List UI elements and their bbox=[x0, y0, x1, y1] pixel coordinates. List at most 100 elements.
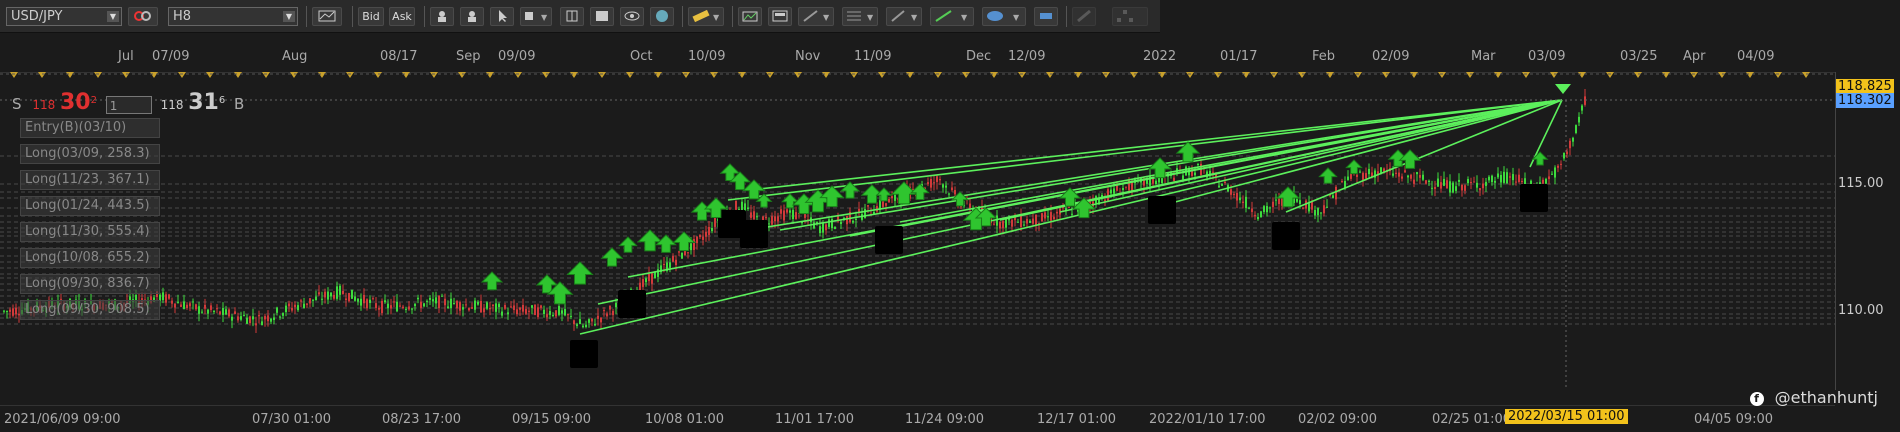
settings-button[interactable] bbox=[1034, 7, 1058, 26]
buy-big[interactable]: 118 bbox=[161, 98, 184, 112]
candle-body bbox=[195, 304, 197, 310]
candle-body bbox=[174, 303, 176, 308]
price-axis[interactable] bbox=[1835, 72, 1900, 390]
period-marker bbox=[1102, 72, 1110, 78]
order-box bbox=[1272, 222, 1300, 250]
period-marker bbox=[430, 72, 438, 78]
chart-area[interactable] bbox=[0, 72, 1835, 390]
candle-body bbox=[1125, 186, 1127, 188]
buy-sup: 6 bbox=[218, 95, 226, 106]
note-button[interactable] bbox=[590, 7, 614, 26]
period-marker bbox=[1746, 72, 1754, 78]
candle-body bbox=[1425, 180, 1427, 184]
candle-body bbox=[615, 302, 617, 308]
order-item[interactable]: Entry(B)(03/10) bbox=[20, 118, 160, 138]
bottom-axis-label: 2022/01/10 17:00 bbox=[1149, 412, 1266, 427]
line-tool-button[interactable]: ▼ bbox=[930, 7, 974, 26]
lot-input[interactable]: 1 bbox=[105, 95, 152, 114]
globe-icon bbox=[656, 10, 668, 22]
top-axis-label: Oct bbox=[630, 49, 653, 64]
ruler-button[interactable]: ▼ bbox=[688, 7, 724, 26]
period-marker bbox=[626, 72, 634, 78]
ellipse-icon: ▼ bbox=[987, 11, 1020, 22]
eraser-button[interactable] bbox=[1072, 7, 1096, 26]
select-tool-button[interactable]: ▼ bbox=[520, 7, 552, 26]
candle-body bbox=[417, 297, 419, 300]
sell-pips[interactable]: 30 bbox=[60, 90, 91, 115]
candle-body bbox=[183, 301, 185, 310]
pen-button[interactable]: ▼ bbox=[886, 7, 922, 26]
order-item[interactable]: Long(01/24, 443.5) bbox=[20, 196, 160, 216]
candle-body bbox=[1518, 174, 1520, 182]
candle-body bbox=[1047, 216, 1049, 218]
buy-pips[interactable]: 31 bbox=[188, 90, 219, 115]
globe-button[interactable] bbox=[650, 7, 674, 26]
ask-button[interactable]: Ask bbox=[389, 7, 415, 26]
order-box bbox=[1520, 184, 1548, 212]
chevron-down-icon[interactable]: ▼ bbox=[283, 11, 295, 22]
candle-body bbox=[774, 216, 776, 222]
zoom-button[interactable] bbox=[460, 7, 484, 26]
candle-body bbox=[1194, 172, 1196, 176]
order-item[interactable]: Long(03/09, 258.3) bbox=[20, 144, 160, 164]
symbol-select[interactable]: USD/JPY ▼ bbox=[6, 7, 122, 26]
period-marker bbox=[878, 72, 886, 78]
image-button[interactable] bbox=[738, 7, 762, 26]
candle-body bbox=[1494, 180, 1496, 183]
candle-body bbox=[1392, 173, 1394, 176]
order-item[interactable]: Long(09/30, 908.5) bbox=[20, 300, 160, 320]
period-marker bbox=[990, 72, 998, 78]
candle-body bbox=[558, 306, 560, 315]
period-marker bbox=[1382, 72, 1390, 78]
eye-button[interactable] bbox=[620, 7, 644, 26]
link-button[interactable] bbox=[128, 7, 158, 26]
sell-sup: 2 bbox=[90, 95, 97, 106]
chart-type-button[interactable] bbox=[312, 7, 342, 26]
chart-type-icon bbox=[318, 10, 336, 22]
indicator-button[interactable] bbox=[560, 7, 584, 26]
period-marker bbox=[290, 72, 298, 78]
period-marker bbox=[1326, 72, 1334, 78]
order-item[interactable]: Long(09/30, 836.7) bbox=[20, 274, 160, 294]
top-axis-label: Mar bbox=[1471, 49, 1496, 64]
top-axis-label: Aug bbox=[282, 49, 308, 64]
person-icon bbox=[438, 11, 446, 22]
candle-body bbox=[327, 291, 329, 300]
fib-button[interactable]: ▼ bbox=[842, 7, 878, 26]
sell-big[interactable]: 118 bbox=[32, 98, 55, 112]
crosshair-button[interactable] bbox=[430, 7, 454, 26]
sell-label[interactable]: S bbox=[12, 95, 22, 113]
cursor-button[interactable] bbox=[490, 7, 514, 26]
candle-body bbox=[663, 264, 665, 266]
candle-body bbox=[681, 252, 683, 259]
template-button[interactable] bbox=[768, 7, 792, 26]
order-item[interactable]: Long(11/23, 367.1) bbox=[20, 170, 160, 190]
candle-body bbox=[1017, 221, 1019, 223]
candle-body bbox=[951, 187, 953, 191]
candle-body bbox=[1278, 198, 1280, 205]
shape-tool-button[interactable]: ▼ bbox=[982, 7, 1026, 26]
candle-body bbox=[888, 199, 890, 203]
order-item[interactable]: Long(10/08, 655.2) bbox=[20, 248, 160, 268]
timeframe-select[interactable]: H8 ▼ bbox=[168, 7, 298, 26]
candle-body bbox=[1335, 186, 1337, 200]
order-item[interactable]: Long(11/30, 555.4) bbox=[20, 222, 160, 242]
candle-body bbox=[1401, 176, 1403, 179]
candle-body bbox=[177, 301, 179, 303]
chart-canvas[interactable] bbox=[0, 72, 1835, 390]
candle-body bbox=[996, 215, 998, 226]
period-marker bbox=[1466, 72, 1474, 78]
candle-body bbox=[594, 323, 596, 326]
chevron-down-icon[interactable]: ▼ bbox=[107, 11, 119, 22]
buy-label[interactable]: B bbox=[234, 95, 244, 113]
candle-body bbox=[1110, 189, 1112, 194]
candle-body bbox=[642, 279, 644, 287]
hierarchy-button[interactable] bbox=[1112, 7, 1148, 26]
draw-line-button[interactable]: ▼ bbox=[798, 7, 834, 26]
order-box bbox=[875, 226, 903, 254]
candle-body bbox=[1041, 213, 1043, 222]
bid-button[interactable]: Bid bbox=[358, 7, 384, 26]
top-axis-label: 01/17 bbox=[1220, 49, 1258, 64]
candle-body bbox=[219, 311, 221, 315]
candle-body bbox=[711, 227, 713, 232]
